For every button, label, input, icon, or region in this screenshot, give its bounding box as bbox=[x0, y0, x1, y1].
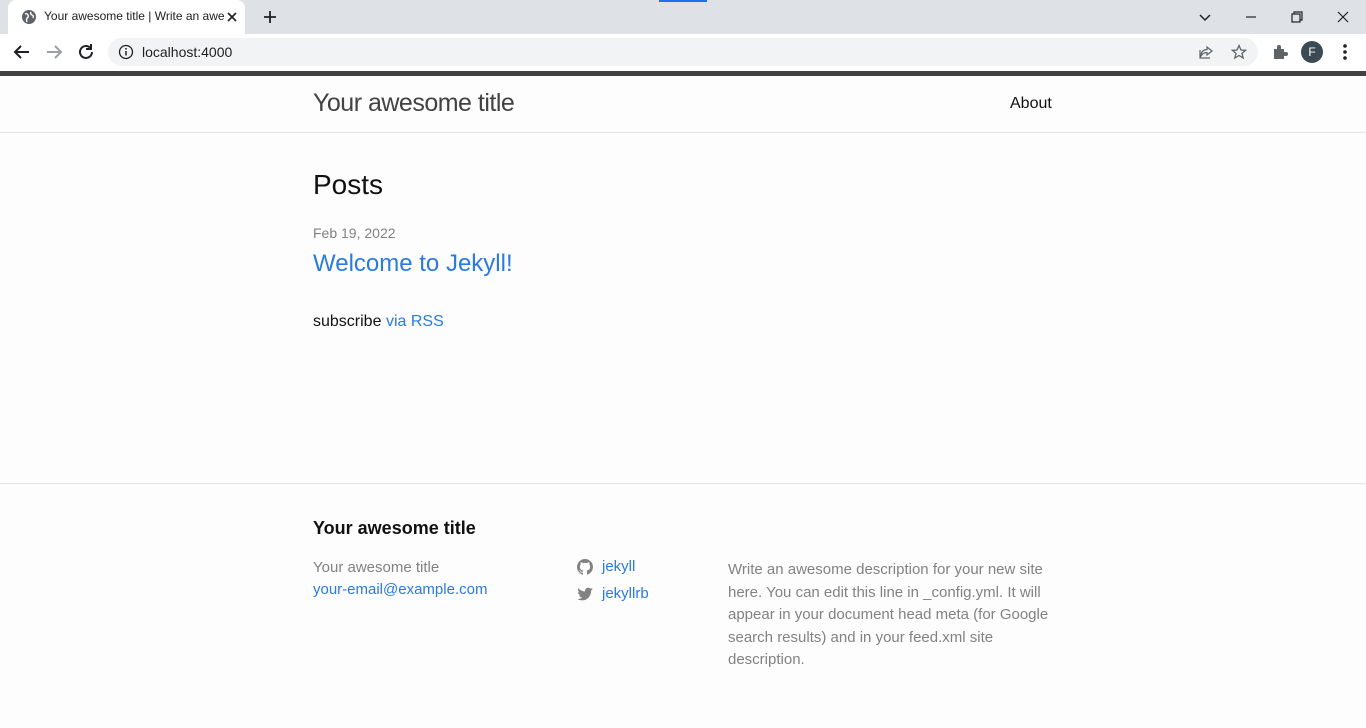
share-icon[interactable] bbox=[1198, 44, 1214, 60]
github-icon bbox=[577, 559, 593, 575]
page-heading: Posts bbox=[313, 169, 384, 200]
browser-tab-strip: Your awesome title | Write an awesome de… bbox=[0, 0, 1366, 34]
tab-title: Your awesome title | Write an awesome de… bbox=[44, 9, 224, 23]
tab-search-icon[interactable] bbox=[1193, 5, 1217, 29]
browser-toolbar: localhost:4000 F bbox=[0, 34, 1366, 71]
post-title-link[interactable]: Welcome to Jekyll! bbox=[313, 250, 513, 278]
footer-site-name: Your awesome title bbox=[313, 559, 440, 576]
url-text: localhost:4000 bbox=[142, 44, 233, 60]
site-title-link[interactable]: Your awesome title bbox=[313, 89, 515, 118]
tab-loading-indicator bbox=[659, 0, 707, 2]
post-date: Feb 19, 2022 bbox=[313, 225, 396, 241]
restore-icon[interactable] bbox=[1285, 5, 1309, 29]
site-info-icon[interactable] bbox=[118, 44, 134, 60]
browser-tab[interactable]: Your awesome title | Write an awesome de… bbox=[8, 0, 245, 34]
site-footer: Your awesome title Your awesome title yo… bbox=[0, 483, 1366, 728]
menu-kebab-icon[interactable] bbox=[1333, 40, 1357, 64]
address-bar[interactable]: localhost:4000 bbox=[108, 38, 1258, 66]
forward-icon[interactable] bbox=[42, 40, 66, 64]
nav-link-about[interactable]: About bbox=[1010, 95, 1052, 113]
profile-avatar[interactable]: F bbox=[1301, 41, 1323, 63]
reload-icon[interactable] bbox=[74, 40, 98, 64]
globe-icon bbox=[22, 10, 36, 24]
back-icon[interactable] bbox=[10, 40, 34, 64]
footer-heading: Your awesome title bbox=[313, 518, 476, 538]
twitter-icon bbox=[577, 587, 593, 601]
bookmark-star-icon[interactable] bbox=[1231, 44, 1247, 60]
twitter-link[interactable]: jekyllrb bbox=[602, 585, 649, 602]
subscribe-label: subscribe bbox=[313, 313, 382, 330]
subscribe-line: subscribe via RSS bbox=[313, 313, 444, 331]
site-description: Write an awesome description for your ne… bbox=[728, 561, 1049, 669]
close-icon[interactable] bbox=[224, 9, 240, 25]
rss-link[interactable]: via RSS bbox=[386, 313, 444, 330]
footer-email-link[interactable]: your-email@example.com bbox=[313, 581, 487, 598]
window-close-icon[interactable] bbox=[1331, 5, 1355, 29]
extensions-icon[interactable] bbox=[1268, 40, 1292, 64]
github-link[interactable]: jekyll bbox=[602, 558, 635, 575]
site-header: Your awesome title About bbox=[0, 76, 1366, 133]
new-tab-icon[interactable] bbox=[258, 5, 282, 29]
minimize-icon[interactable] bbox=[1239, 5, 1263, 29]
